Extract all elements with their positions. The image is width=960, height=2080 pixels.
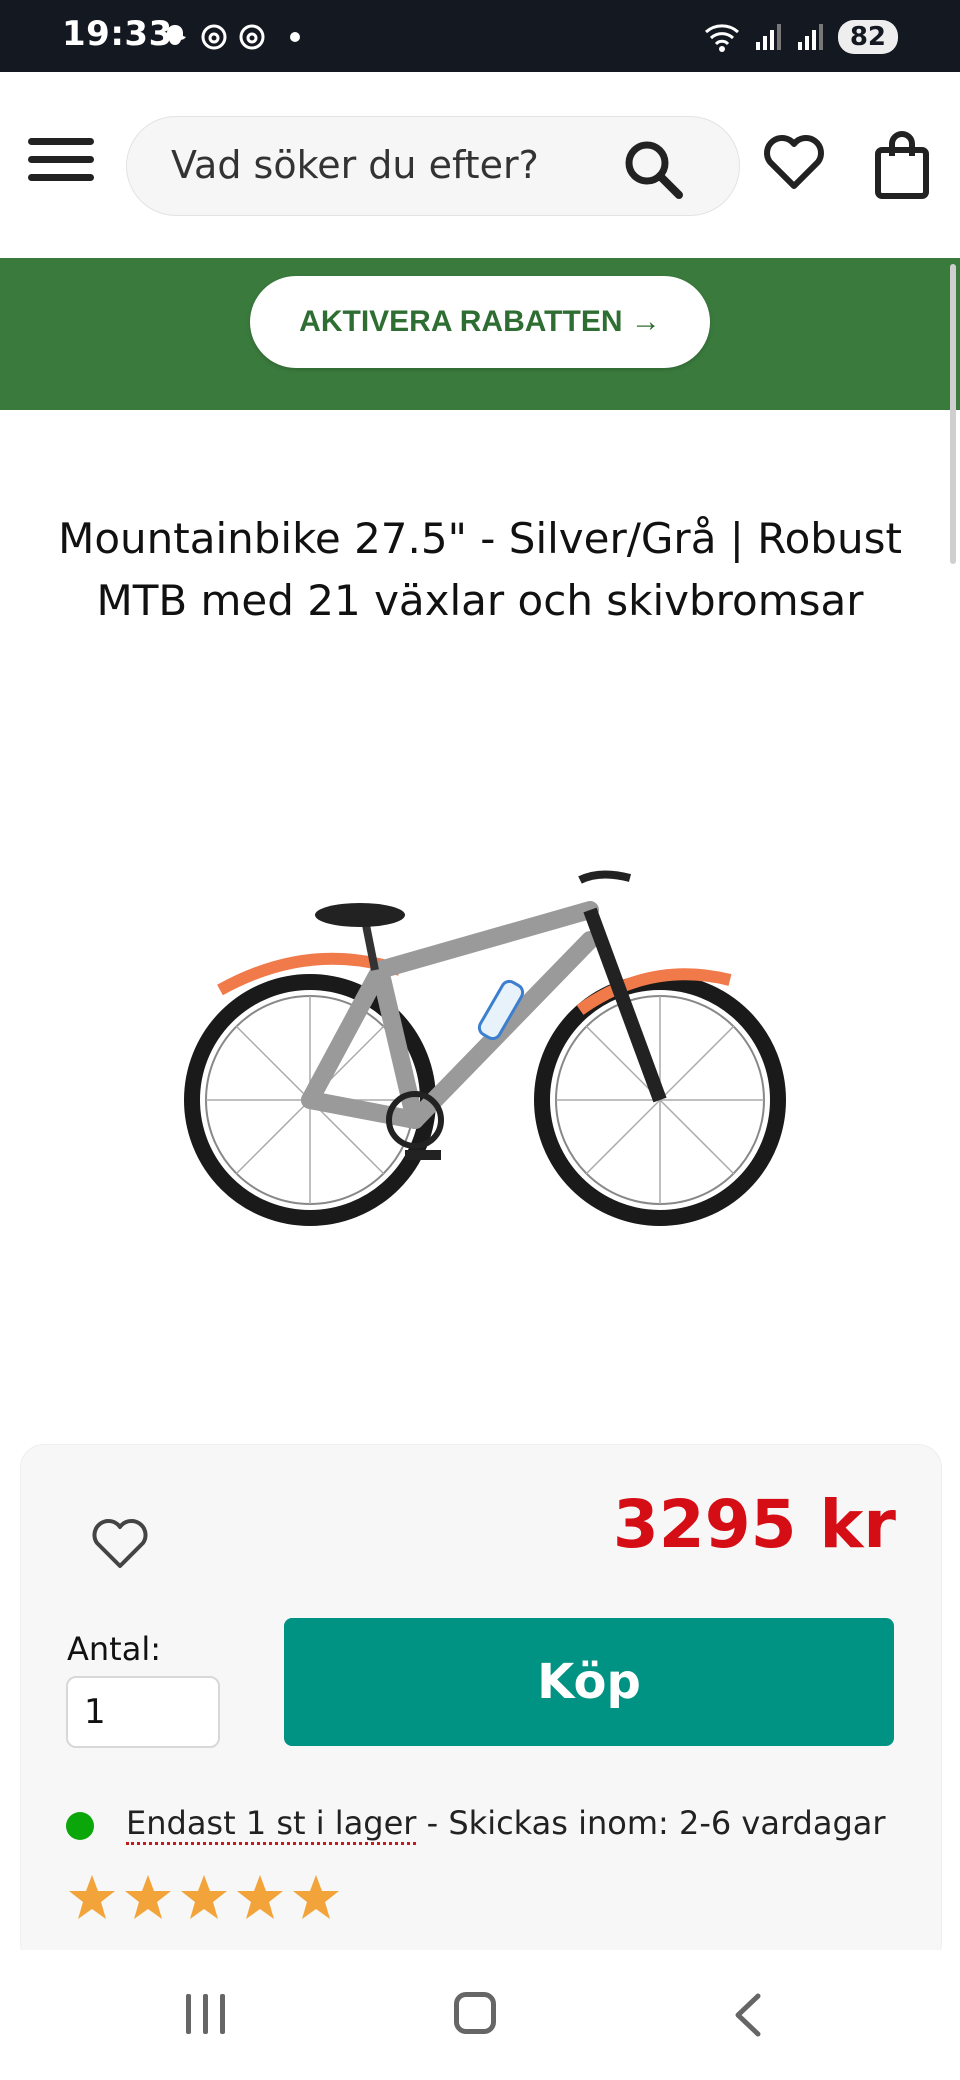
heart-icon[interactable]: [762, 130, 826, 194]
recents-icon[interactable]: [186, 1994, 230, 2034]
star-icon: [181, 1875, 227, 1919]
signal-icon: [755, 24, 781, 50]
activate-discount-button[interactable]: AKTIVERA RABATTEN →: [250, 276, 710, 368]
stock-info: Endast 1 st i lager - Skickas inom: 2-6 …: [126, 1804, 886, 1845]
search-bar[interactable]: [126, 116, 740, 216]
heart-icon[interactable]: [90, 1514, 150, 1572]
menu-icon[interactable]: [28, 138, 94, 186]
rating-stars[interactable]: [66, 1872, 342, 1924]
product-price: 3295 kr: [612, 1486, 896, 1563]
quantity-label: Antal:: [67, 1630, 161, 1668]
star-icon: [125, 1875, 171, 1919]
home-icon[interactable]: [454, 1992, 496, 2034]
dot-icon: [290, 32, 300, 42]
product-title: Mountainbike 27.5" - Silver/Grå | Robust…: [58, 514, 902, 625]
star-icon: [69, 1875, 115, 1919]
status-bar: 19:33 82: [0, 0, 960, 72]
signal-icon: [797, 24, 823, 50]
shopping-bag-icon[interactable]: [870, 128, 934, 200]
threads-icon: [201, 24, 227, 50]
threads-icon: [239, 24, 265, 50]
notification-icons: [160, 22, 300, 52]
system-icons: 82: [702, 20, 898, 54]
battery-indicator: 82: [837, 20, 898, 54]
delivery-text: - Skickas inom: 2-6 vardagar: [416, 1804, 886, 1842]
star-icon: [237, 1875, 283, 1919]
search-input[interactable]: [171, 141, 631, 189]
stock-status-icon: [66, 1812, 94, 1840]
stock-link[interactable]: Endast 1 st i lager: [126, 1804, 417, 1845]
back-icon[interactable]: [730, 1990, 764, 2040]
search-icon[interactable]: [621, 137, 685, 201]
star-icon: [293, 1875, 339, 1919]
buy-button[interactable]: Köp: [284, 1618, 894, 1746]
snapchat-icon: [164, 25, 186, 45]
scroll-indicator[interactable]: [950, 264, 956, 564]
status-time: 19:33: [62, 14, 173, 54]
wifi-icon: [704, 24, 739, 52]
product-image[interactable]: [150, 820, 810, 1260]
quantity-input[interactable]: [66, 1676, 220, 1748]
